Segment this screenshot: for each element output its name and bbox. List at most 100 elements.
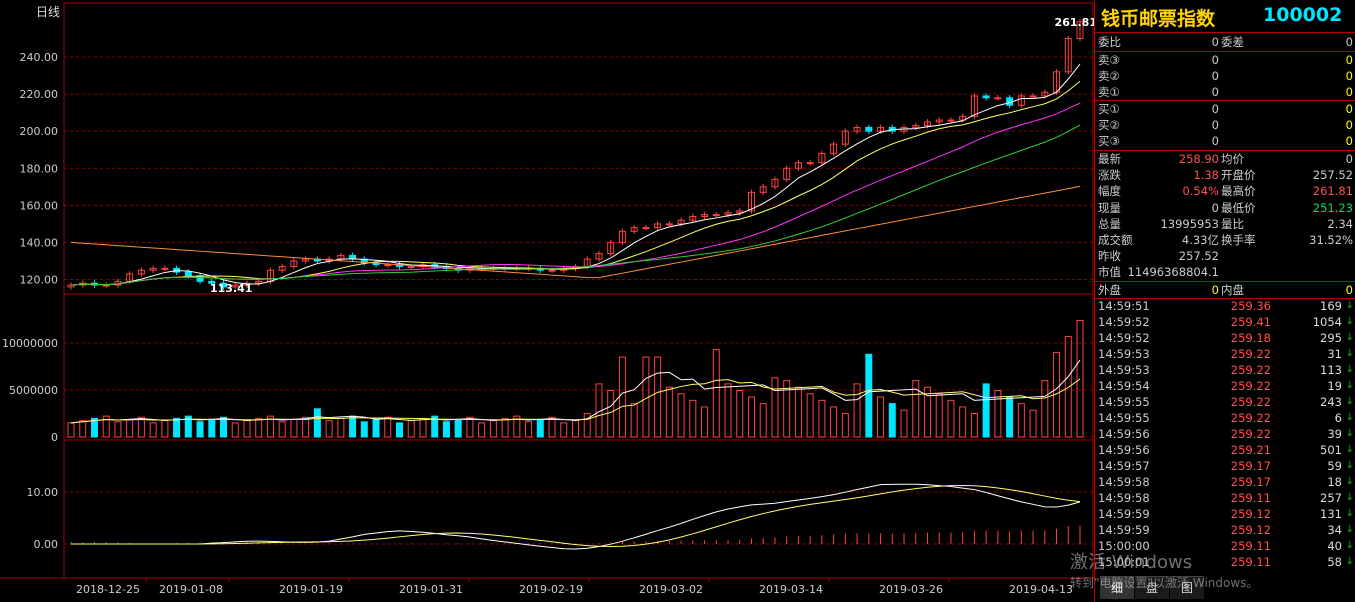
volume-axis-label: 0 xyxy=(51,431,58,444)
volume-bar xyxy=(841,413,849,438)
value: 0 xyxy=(1211,35,1219,49)
volume-bar xyxy=(783,380,791,438)
label: 最新 xyxy=(1098,152,1121,166)
tick-volume: 19 xyxy=(1327,379,1342,393)
label: 昨收 xyxy=(1098,249,1121,264)
tick-price: 259.22 xyxy=(1230,347,1271,361)
down-arrow-icon: ↓ xyxy=(1345,364,1354,375)
value: 0 xyxy=(1345,35,1353,49)
tick-price: 259.17 xyxy=(1230,459,1271,473)
value: 261.81 xyxy=(1312,184,1353,199)
kline-chart[interactable]: 日线 240.00 220.00 200.00 180.00 160.00 140.00 12… xyxy=(0,0,1094,602)
volume-bar xyxy=(572,420,579,438)
label: 委比 xyxy=(1098,35,1121,49)
macd-dea-line xyxy=(71,485,1081,548)
volume-bar xyxy=(853,383,861,438)
down-arrow-icon: ↓ xyxy=(1345,524,1354,535)
volume-bar xyxy=(396,422,404,438)
date-axis-label: 2019-03-26 xyxy=(879,583,943,596)
value: 251.23 xyxy=(1312,200,1353,215)
quote-row: 最新 258.90 均价 0 xyxy=(1095,151,1355,167)
volume-bar xyxy=(1041,380,1049,438)
candle-up xyxy=(712,214,720,217)
volume-ma5-line xyxy=(70,359,1081,424)
candle-up xyxy=(994,97,1002,100)
label: 幅度 xyxy=(1098,184,1121,199)
volume-bar xyxy=(79,420,87,438)
volume-bar xyxy=(1076,319,1084,438)
value: 0 xyxy=(1345,85,1353,99)
candle-up xyxy=(102,284,110,287)
buy-row: 买③ 0 0 xyxy=(1095,133,1355,149)
volume-bar xyxy=(970,413,978,438)
volume-bar xyxy=(1017,403,1025,438)
volume-bar xyxy=(701,406,709,438)
tick-time: 14:59:52 xyxy=(1098,315,1150,329)
outer-inner-row: 外盘 0 内盘 0 xyxy=(1095,282,1355,298)
volume-bar xyxy=(384,416,392,438)
value: 258.90 xyxy=(1178,152,1219,166)
tick-time: 14:59:54 xyxy=(1098,379,1150,393)
volume-bar xyxy=(290,419,298,438)
tick-volume: 1054 xyxy=(1312,315,1342,329)
price-panel-frame xyxy=(63,2,1094,295)
value: 0 xyxy=(1211,102,1219,116)
volume-bar xyxy=(806,393,814,438)
period-label: 日线 xyxy=(36,5,60,19)
tick-row: 14:59:51 259.36 169 ↓ xyxy=(1095,298,1355,314)
value: 0 xyxy=(1345,134,1353,148)
tick-volume: 113 xyxy=(1320,363,1342,377)
value: 0 xyxy=(1211,69,1219,83)
value: 11496368804.1 xyxy=(1127,265,1219,280)
candle-up xyxy=(947,119,955,122)
volume-bar xyxy=(536,419,544,438)
down-arrow-icon: ↓ xyxy=(1345,444,1354,455)
volume-bar xyxy=(231,422,239,438)
volume-bar xyxy=(888,403,896,438)
quote-row: 总量 13995953 量比 2.34 xyxy=(1095,216,1355,232)
price-axis-label: 200.00 xyxy=(20,125,59,138)
tick-row: 14:59:54 259.22 19 ↓ xyxy=(1095,378,1355,394)
tick-price: 259.22 xyxy=(1230,411,1271,425)
volume-bar xyxy=(313,408,321,438)
tick-row: 14:59:53 259.22 31 ↓ xyxy=(1095,346,1355,362)
label: 卖① xyxy=(1098,85,1120,99)
date-axis-label: 2018-12-25 xyxy=(76,583,140,596)
down-arrow-icon: ↓ xyxy=(1345,396,1354,407)
down-arrow-icon: ↓ xyxy=(1345,460,1354,471)
sell-row: 卖③ 0 0 xyxy=(1095,52,1355,68)
value: 1.38 xyxy=(1193,168,1219,183)
down-arrow-icon: ↓ xyxy=(1345,380,1354,391)
quote-row: 涨跌 1.38 开盘价 257.52 xyxy=(1095,167,1355,183)
macd-panel-frame xyxy=(63,439,1094,579)
tick-price: 259.22 xyxy=(1230,427,1271,441)
volume-bar xyxy=(607,389,615,438)
candle-up xyxy=(548,269,556,272)
volume-bar xyxy=(372,419,380,438)
label: 委差 xyxy=(1221,35,1244,49)
label: 买① xyxy=(1098,102,1120,116)
down-arrow-icon: ↓ xyxy=(1345,508,1354,519)
tick-price: 259.12 xyxy=(1230,523,1271,537)
volume-bar xyxy=(736,389,744,438)
volume-bar xyxy=(689,399,697,438)
label: 涨跌 xyxy=(1098,168,1121,183)
volume-bar xyxy=(900,409,908,438)
label: 换手率 xyxy=(1221,233,1256,247)
value: 0 xyxy=(1345,152,1353,166)
sell-row: 卖② 0 0 xyxy=(1095,68,1355,84)
tick-row: 14:59:55 259.22 243 ↓ xyxy=(1095,394,1355,410)
candle-up xyxy=(1029,95,1037,98)
value: 257.52 xyxy=(1178,249,1219,264)
volume-bar xyxy=(466,416,474,438)
tick-volume: 501 xyxy=(1320,443,1342,457)
volume-bar xyxy=(349,415,357,438)
candle-up xyxy=(384,264,392,267)
order-ratio-row: 委比 0 委差 0 xyxy=(1095,34,1355,50)
volume-bar xyxy=(982,383,990,438)
volume-bar xyxy=(865,353,873,438)
macd-axis-label: 10.00 xyxy=(27,486,59,499)
candle-up xyxy=(642,227,650,230)
tick-row: 14:59:59 259.12 131 ↓ xyxy=(1095,506,1355,522)
down-arrow-icon: ↓ xyxy=(1345,412,1354,423)
